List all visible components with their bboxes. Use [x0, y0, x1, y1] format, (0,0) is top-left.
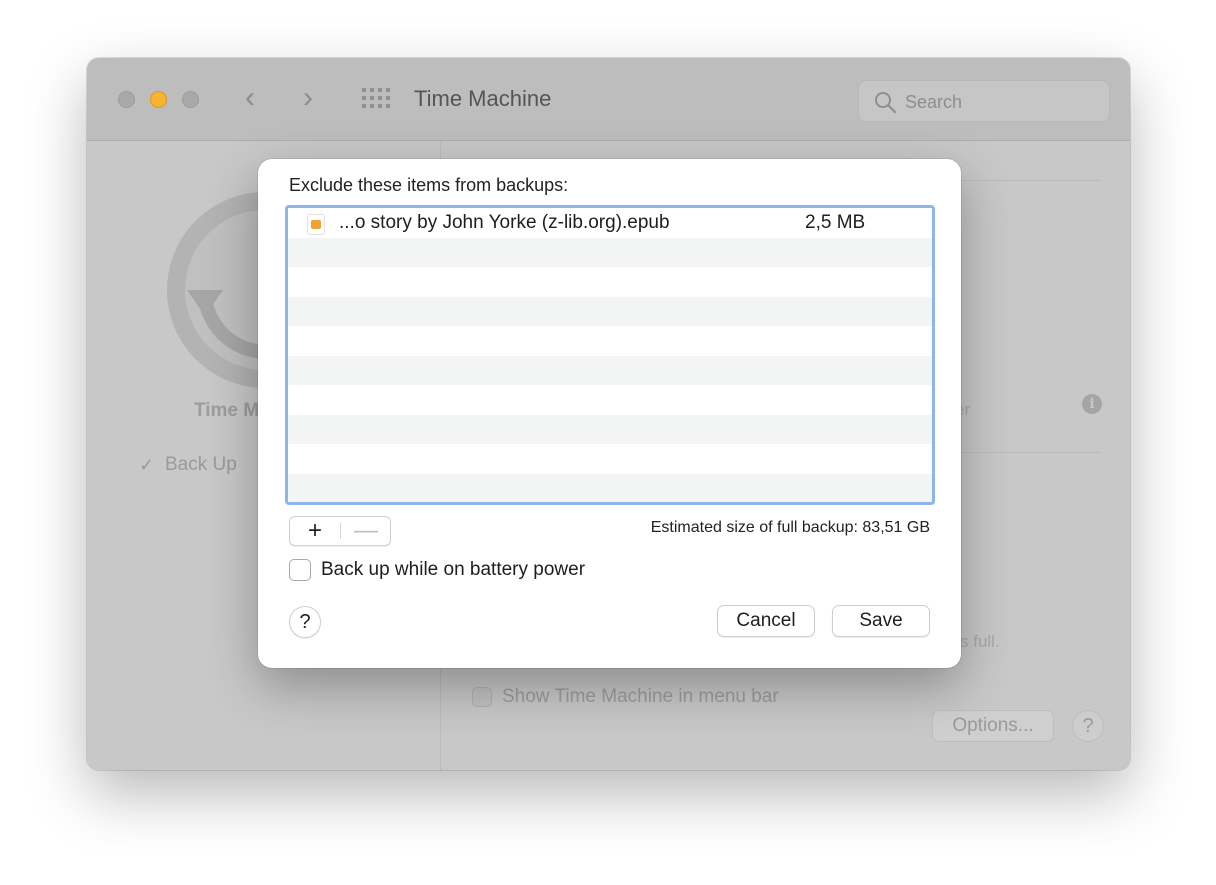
battery-power-checkbox[interactable]: [289, 559, 311, 581]
save-button[interactable]: Save: [832, 605, 930, 637]
empty-row: [288, 385, 932, 415]
excluded-items-list[interactable]: ...o story by John Yorke (z-lib.org).epu…: [285, 205, 935, 505]
back-up-automatically-row: ✓ Back Up: [139, 454, 237, 476]
list-item[interactable]: ...o story by John Yorke (z-lib.org).epu…: [288, 208, 932, 238]
empty-row: [288, 444, 932, 474]
exclude-items-sheet: Exclude these items from backups: ...o s…: [258, 159, 961, 668]
show-in-menu-bar-label: Show Time Machine in menu bar: [502, 686, 779, 707]
estimated-backup-size: Estimated size of full backup: 83,51 GB: [650, 519, 930, 536]
minimize-window-button[interactable]: [150, 91, 167, 108]
back-up-label: Back Up: [165, 454, 237, 475]
window-title: Time Machine: [414, 86, 552, 111]
sheet-heading: Exclude these items from backups:: [289, 175, 569, 195]
battery-power-row: Back up while on battery power: [289, 559, 585, 581]
add-remove-control: + —: [289, 516, 391, 546]
show-in-menu-bar-checkbox[interactable]: [472, 687, 492, 707]
time-machine-label: Time M: [194, 400, 260, 421]
show-in-menu-bar-row: Show Time Machine in menu bar: [472, 686, 779, 708]
battery-power-label[interactable]: Back up while on battery power: [321, 559, 585, 581]
checkmark-icon: ✓: [139, 455, 155, 475]
zoom-window-button[interactable]: [182, 91, 199, 108]
epub-file-icon: [307, 214, 325, 235]
empty-row: [288, 473, 932, 502]
remove-item-button[interactable]: —: [341, 517, 391, 545]
show-all-grid-icon[interactable]: [362, 88, 390, 110]
titlebar: ‹ › Time Machine: [87, 58, 1130, 141]
info-icon[interactable]: i: [1082, 394, 1102, 414]
empty-row: [288, 267, 932, 297]
add-item-button[interactable]: +: [290, 517, 340, 545]
background-text: s full.: [960, 632, 1000, 651]
close-window-button[interactable]: [118, 91, 135, 108]
item-size: 2,5 MB: [805, 212, 866, 233]
empty-row: [288, 414, 932, 444]
empty-row: [288, 296, 932, 326]
item-name: ...o story by John Yorke (z-lib.org).epu…: [339, 212, 670, 233]
back-chevron-icon[interactable]: ‹: [245, 83, 255, 113]
background-help-button[interactable]: ?: [1072, 710, 1104, 742]
cancel-button[interactable]: Cancel: [717, 605, 815, 637]
search-icon: [875, 92, 897, 114]
search-input[interactable]: [905, 89, 1095, 115]
search-field[interactable]: [858, 80, 1110, 122]
empty-row: [288, 355, 932, 385]
empty-row: [288, 326, 932, 356]
options-button[interactable]: Options...: [932, 710, 1054, 742]
help-button[interactable]: ?: [289, 606, 321, 638]
forward-chevron-icon[interactable]: ›: [303, 83, 313, 113]
empty-row: [288, 237, 932, 267]
